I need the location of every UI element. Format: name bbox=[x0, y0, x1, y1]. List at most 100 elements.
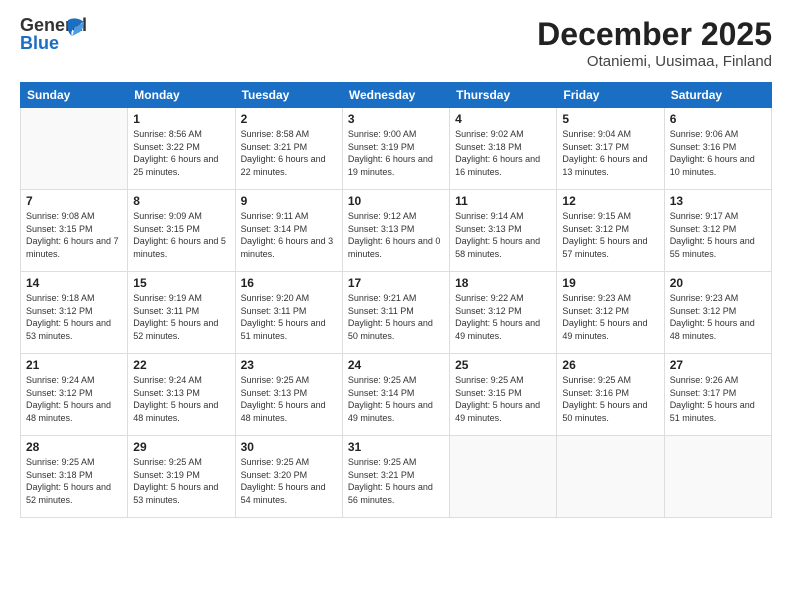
calendar-week-row: 21 Sunrise: 9:24 AMSunset: 3:12 PMDayligh… bbox=[21, 354, 772, 436]
day-number: 8 bbox=[133, 194, 229, 208]
calendar-cell bbox=[21, 108, 128, 190]
day-detail: Sunrise: 9:22 AMSunset: 3:12 PMDaylight:… bbox=[455, 292, 551, 342]
day-number: 14 bbox=[26, 276, 122, 290]
calendar-week-row: 7 Sunrise: 9:08 AMSunset: 3:15 PMDaylight… bbox=[21, 190, 772, 272]
day-number: 29 bbox=[133, 440, 229, 454]
calendar-cell: 8 Sunrise: 9:09 AMSunset: 3:15 PMDaylight… bbox=[128, 190, 235, 272]
day-detail: Sunrise: 9:09 AMSunset: 3:15 PMDaylight:… bbox=[133, 210, 229, 260]
calendar-cell: 26Sunrise: 9:25 AMSunset: 3:16 PMDayligh… bbox=[557, 354, 664, 436]
day-number: 19 bbox=[562, 276, 658, 290]
day-number: 1 bbox=[133, 112, 229, 126]
day-number: 16 bbox=[241, 276, 337, 290]
day-detail: Sunrise: 9:20 AMSunset: 3:11 PMDaylight:… bbox=[241, 292, 337, 342]
day-number: 17 bbox=[348, 276, 444, 290]
day-detail: Sunrise: 9:14 AMSunset: 3:13 PMDaylight:… bbox=[455, 210, 551, 260]
weekday-header: Sunday bbox=[21, 83, 128, 108]
day-number: 21 bbox=[26, 358, 122, 372]
day-number: 22 bbox=[133, 358, 229, 372]
calendar-cell: 7 Sunrise: 9:08 AMSunset: 3:15 PMDaylight… bbox=[21, 190, 128, 272]
day-number: 13 bbox=[670, 194, 766, 208]
month-title: December 2025 bbox=[537, 16, 772, 53]
day-detail: Sunrise: 9:25 AMSunset: 3:14 PMDaylight:… bbox=[348, 374, 444, 424]
day-detail: Sunrise: 9:21 AMSunset: 3:11 PMDaylight:… bbox=[348, 292, 444, 342]
day-number: 31 bbox=[348, 440, 444, 454]
calendar-week-row: 28 Sunrise: 9:25 AMSunset: 3:18 PMDayligh… bbox=[21, 436, 772, 518]
weekday-header: Wednesday bbox=[342, 83, 449, 108]
day-number: 30 bbox=[241, 440, 337, 454]
calendar-cell: 13 Sunrise: 9:17 AMSunset: 3:12 PMDayligh… bbox=[664, 190, 771, 272]
day-detail: Sunrise: 9:24 AMSunset: 3:13 PMDaylight:… bbox=[133, 374, 229, 424]
title-section: December 2025 Otaniemi, Uusimaa, Finland bbox=[537, 16, 772, 70]
day-detail: Sunrise: 9:25 AMSunset: 3:13 PMDaylight:… bbox=[241, 374, 337, 424]
calendar-cell: 1 Sunrise: 8:56 AMSunset: 3:22 PMDaylight… bbox=[128, 108, 235, 190]
calendar-week-row: 14 Sunrise: 9:18 AMSunset: 3:12 PMDayligh… bbox=[21, 272, 772, 354]
weekday-header: Thursday bbox=[450, 83, 557, 108]
calendar-cell: 27 Sunrise: 9:26 AMSunset: 3:17 PMDayligh… bbox=[664, 354, 771, 436]
weekday-header: Monday bbox=[128, 83, 235, 108]
calendar-cell: 3 Sunrise: 9:00 AMSunset: 3:19 PMDaylight… bbox=[342, 108, 449, 190]
header: General Blue December 2025 Otaniemi, Uus… bbox=[20, 16, 772, 70]
calendar-table: SundayMondayTuesdayWednesdayThursdayFrid… bbox=[20, 82, 772, 518]
day-number: 6 bbox=[670, 112, 766, 126]
day-number: 11 bbox=[455, 194, 551, 208]
logo: General Blue bbox=[20, 16, 80, 56]
day-detail: Sunrise: 9:25 AMSunset: 3:19 PMDaylight:… bbox=[133, 456, 229, 506]
weekday-header: Saturday bbox=[664, 83, 771, 108]
day-detail: Sunrise: 9:23 AMSunset: 3:12 PMDaylight:… bbox=[670, 292, 766, 342]
calendar-cell: 9 Sunrise: 9:11 AMSunset: 3:14 PMDaylight… bbox=[235, 190, 342, 272]
day-number: 25 bbox=[455, 358, 551, 372]
calendar-cell: 20 Sunrise: 9:23 AMSunset: 3:12 PMDayligh… bbox=[664, 272, 771, 354]
calendar-cell: 10Sunrise: 9:12 AMSunset: 3:13 PMDayligh… bbox=[342, 190, 449, 272]
calendar-cell: 28 Sunrise: 9:25 AMSunset: 3:18 PMDayligh… bbox=[21, 436, 128, 518]
calendar-cell: 31 Sunrise: 9:25 AMSunset: 3:21 PMDayligh… bbox=[342, 436, 449, 518]
day-detail: Sunrise: 9:24 AMSunset: 3:12 PMDaylight:… bbox=[26, 374, 122, 424]
calendar-cell: 5Sunrise: 9:04 AMSunset: 3:17 PMDaylight… bbox=[557, 108, 664, 190]
calendar-cell: 30 Sunrise: 9:25 AMSunset: 3:20 PMDayligh… bbox=[235, 436, 342, 518]
day-detail: Sunrise: 9:04 AMSunset: 3:17 PMDaylight:… bbox=[562, 128, 658, 178]
day-number: 18 bbox=[455, 276, 551, 290]
day-number: 23 bbox=[241, 358, 337, 372]
day-detail: Sunrise: 9:26 AMSunset: 3:17 PMDaylight:… bbox=[670, 374, 766, 424]
logo-blue: Blue bbox=[20, 34, 59, 52]
day-number: 12 bbox=[562, 194, 658, 208]
day-detail: Sunrise: 9:02 AMSunset: 3:18 PMDaylight:… bbox=[455, 128, 551, 178]
day-detail: Sunrise: 9:19 AMSunset: 3:11 PMDaylight:… bbox=[133, 292, 229, 342]
calendar-header-row: SundayMondayTuesdayWednesdayThursdayFrid… bbox=[21, 83, 772, 108]
day-number: 27 bbox=[670, 358, 766, 372]
day-detail: Sunrise: 9:25 AMSunset: 3:20 PMDaylight:… bbox=[241, 456, 337, 506]
location: Otaniemi, Uusimaa, Finland bbox=[537, 53, 772, 70]
weekday-header: Friday bbox=[557, 83, 664, 108]
day-number: 3 bbox=[348, 112, 444, 126]
calendar-cell: 11 Sunrise: 9:14 AMSunset: 3:13 PMDayligh… bbox=[450, 190, 557, 272]
day-number: 4 bbox=[455, 112, 551, 126]
calendar-cell: 24 Sunrise: 9:25 AMSunset: 3:14 PMDayligh… bbox=[342, 354, 449, 436]
day-detail: Sunrise: 9:00 AMSunset: 3:19 PMDaylight:… bbox=[348, 128, 444, 178]
day-detail: Sunrise: 9:25 AMSunset: 3:21 PMDaylight:… bbox=[348, 456, 444, 506]
day-number: 9 bbox=[241, 194, 337, 208]
day-number: 28 bbox=[26, 440, 122, 454]
weekday-header: Tuesday bbox=[235, 83, 342, 108]
day-detail: Sunrise: 9:11 AMSunset: 3:14 PMDaylight:… bbox=[241, 210, 337, 260]
day-number: 15 bbox=[133, 276, 229, 290]
calendar-cell: 18 Sunrise: 9:22 AMSunset: 3:12 PMDayligh… bbox=[450, 272, 557, 354]
day-detail: Sunrise: 9:17 AMSunset: 3:12 PMDaylight:… bbox=[670, 210, 766, 260]
day-number: 2 bbox=[241, 112, 337, 126]
day-detail: Sunrise: 9:25 AMSunset: 3:18 PMDaylight:… bbox=[26, 456, 122, 506]
day-number: 7 bbox=[26, 194, 122, 208]
day-number: 10 bbox=[348, 194, 444, 208]
day-detail: Sunrise: 9:18 AMSunset: 3:12 PMDaylight:… bbox=[26, 292, 122, 342]
calendar-cell: 15 Sunrise: 9:19 AMSunset: 3:11 PMDayligh… bbox=[128, 272, 235, 354]
calendar-cell: 19Sunrise: 9:23 AMSunset: 3:12 PMDayligh… bbox=[557, 272, 664, 354]
day-detail: Sunrise: 9:08 AMSunset: 3:15 PMDaylight:… bbox=[26, 210, 122, 260]
day-detail: Sunrise: 9:06 AMSunset: 3:16 PMDaylight:… bbox=[670, 128, 766, 178]
day-number: 26 bbox=[562, 358, 658, 372]
calendar-cell: 22 Sunrise: 9:24 AMSunset: 3:13 PMDayligh… bbox=[128, 354, 235, 436]
calendar-cell: 21 Sunrise: 9:24 AMSunset: 3:12 PMDayligh… bbox=[21, 354, 128, 436]
calendar-cell bbox=[450, 436, 557, 518]
calendar-cell: 4 Sunrise: 9:02 AMSunset: 3:18 PMDaylight… bbox=[450, 108, 557, 190]
logo-icon bbox=[64, 18, 86, 36]
day-detail: Sunrise: 8:56 AMSunset: 3:22 PMDaylight:… bbox=[133, 128, 229, 178]
day-number: 20 bbox=[670, 276, 766, 290]
day-number: 24 bbox=[348, 358, 444, 372]
calendar-cell: 23 Sunrise: 9:25 AMSunset: 3:13 PMDayligh… bbox=[235, 354, 342, 436]
